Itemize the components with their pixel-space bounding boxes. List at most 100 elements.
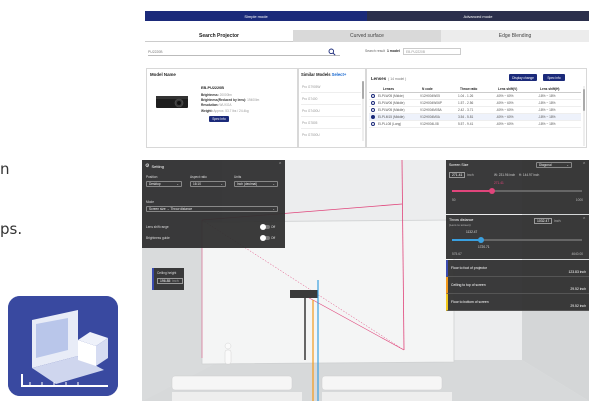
list-item[interactable]: Pro G7905W: [301, 81, 361, 93]
collapse-chevron-icon[interactable]: ⌃: [582, 217, 586, 223]
throw-max: 4640.00: [571, 252, 583, 256]
table-cell: V12H004M05A: [420, 108, 442, 112]
calculator-app: Simple mode Advanced mode Search Project…: [142, 11, 589, 151]
aspect-ratio-select[interactable]: 16:10 ⌄: [190, 181, 226, 187]
table-cell: -18% ~ 18%: [538, 108, 556, 112]
model-specs: Brightness: 20000lm Brightness(Reduced b…: [201, 93, 259, 114]
simple-mode-button[interactable]: Simple mode: [145, 11, 367, 21]
throw-slider-knob[interactable]: [477, 237, 484, 243]
model-header: Model Name: [150, 72, 176, 77]
advanced-mode-button[interactable]: Advanced mode: [367, 11, 589, 21]
ceiling-height-input[interactable]: 196.85 inch: [157, 278, 183, 284]
lens-radio[interactable]: [371, 108, 375, 112]
collapse-chevron-icon[interactable]: ⌃: [582, 162, 586, 168]
lens-spec-button[interactable]: Spec info: [543, 74, 565, 81]
collapse-chevron-icon[interactable]: ⌃: [278, 162, 282, 168]
table-row[interactable]: ELPLW05 (Middle) V12H004M05A 2.42 - 3.71 -6…: [369, 107, 581, 114]
similar-models-title: Similar Models: [301, 72, 331, 77]
list-item[interactable]: Pro G7400U: [301, 105, 361, 117]
lens-radio[interactable]: [371, 115, 375, 119]
units-label: Units: [234, 175, 242, 179]
throw-subtitle: (Lens to screen): [449, 223, 471, 227]
table-cell: ELPLW05 (Middle): [378, 108, 405, 112]
lenses-table-body: ELPLW05 (Midde) V12H004W05 1.04 - 1.26 -60%…: [369, 93, 581, 128]
search-result-value: EB-PU2220B: [406, 49, 425, 54]
projector-model[interactable]: [290, 290, 318, 298]
lens-radio[interactable]: [371, 122, 375, 126]
table-cell: -60% ~ 60%: [496, 108, 514, 112]
similar-scrollbar-thumb[interactable]: [362, 81, 364, 99]
throw-min: 575.67: [452, 252, 462, 256]
throw-distance-panel: Throw distance (Lens to screen) 1032.47 …: [446, 215, 589, 259]
setting-panel: ⚙ Setting ⌃ Position Desktop ⌄ Aspect rat…: [142, 160, 285, 248]
similar-models-list: Pro G7905W Pro G7400 Pro G7400U Pro G780…: [301, 81, 361, 141]
table-row[interactable]: ELPLW05 (Midde) V12H004W05 1.04 - 1.26 -60%…: [369, 93, 581, 100]
search-input-value: PU2220B: [148, 49, 163, 54]
brightness-guide-toggle[interactable]: Off: [260, 235, 275, 241]
display-change-label: Display change: [512, 75, 534, 80]
throw-distance-input[interactable]: 1032.47 inch: [534, 218, 561, 224]
table-cell: ELPLM15 (Middle): [378, 115, 405, 119]
screen-type-select[interactable]: Diagonal ⌄: [536, 162, 572, 168]
position-select[interactable]: Desktop ⌄: [146, 181, 182, 187]
screen-dimensions: W: 231.96 inch H: 144.97 inch: [494, 173, 540, 177]
search-result-count: 1 model: [386, 49, 400, 53]
screen-min: 50: [452, 198, 456, 202]
list-item[interactable]: Pro G7500U: [301, 129, 361, 141]
model-spec-button[interactable]: Spec Info: [209, 116, 229, 122]
similar-scrollbar[interactable]: [362, 81, 364, 141]
tab-curved-surface[interactable]: Curved surface: [293, 30, 441, 42]
search-icon[interactable]: [328, 48, 336, 56]
table-cell: V12H004W06P: [420, 101, 442, 105]
setting-title: Setting: [151, 163, 164, 169]
lenses-scrollbar[interactable]: [583, 86, 585, 146]
model-name: EB-PU2220B: [201, 86, 225, 90]
lenses-table-header: Lenses N code Throw ratio Lens shift(V) …: [369, 86, 581, 93]
search-result-field[interactable]: EB-PU2220B: [403, 48, 461, 55]
throw-title: Throw distance: [449, 218, 474, 222]
table-row[interactable]: ELPLW06 (Middle) V12H004W06P 1.57 - 2.56 -6…: [369, 100, 581, 107]
table-cell: V12H004W05: [420, 94, 440, 98]
lens-radio[interactable]: [371, 101, 375, 105]
mode-select[interactable]: Screen size → Throw distance ⌄: [146, 206, 278, 212]
projector-image: [156, 96, 188, 108]
table-cell: 2.42 - 3.71: [458, 108, 474, 112]
tab-edge-blending[interactable]: Edge Blending: [441, 30, 589, 42]
similar-models-select-link[interactable]: Select+: [332, 72, 347, 77]
brightness-label: Brightness:: [201, 93, 219, 97]
advanced-mode-label: Advanced mode: [463, 13, 493, 19]
throw-distance-slider[interactable]: [452, 237, 582, 243]
tab-search-projector[interactable]: Search Projector: [145, 30, 293, 42]
brightness-value: 20000lm: [219, 93, 232, 97]
screen-diagonal-input[interactable]: 271.41 inch: [449, 172, 474, 178]
lenses-count: ( 14 model ): [388, 76, 407, 81]
table-cell: 5.57 - 9.41: [458, 122, 474, 126]
search-input[interactable]: PU2220B: [148, 48, 340, 56]
room-cube-icon: [8, 296, 118, 396]
model-panel: Model Name EB-PU2220B Brightness: 20000l…: [146, 68, 298, 148]
display-change-button[interactable]: Display change: [509, 74, 537, 81]
app-icon: [8, 296, 118, 396]
screen-size-slider[interactable]: [452, 188, 582, 194]
tab-search-label: Search Projector: [198, 32, 240, 39]
ceiling-to-screen-row: Ceiling to top of screen 29.52 inch: [446, 277, 589, 294]
lens-radio[interactable]: [371, 94, 375, 98]
screen-slider-knob[interactable]: [489, 188, 496, 194]
screen-max: 1000: [575, 198, 583, 202]
table-row[interactable]: ELPLL08 (Long) V12H004L08 5.57 - 9.41 -60% …: [369, 121, 581, 128]
lens-shift-toggle[interactable]: Off: [260, 224, 275, 230]
brightness-guide-label: Brightness guide: [146, 236, 170, 240]
table-cell: ELPLL08 (Long): [378, 122, 402, 126]
mode-label: Mode: [146, 200, 154, 204]
room-3d-view[interactable]: ⚙ Setting ⌃ Position Desktop ⌄ Aspect rat…: [142, 160, 589, 401]
table-row[interactable]: ELPLM15 (Middle) V12H004M0A 3.54 - 5.81 -60…: [369, 114, 581, 121]
table-cell: 3.54 - 5.81: [458, 115, 474, 119]
lens-spec-label: Spec info: [547, 75, 561, 80]
weight-label: Weight:: [201, 108, 213, 113]
lenses-scrollbar-thumb[interactable]: [583, 89, 585, 111]
list-item[interactable]: Pro G7400: [301, 93, 361, 105]
floor-to-projector-row: Floor to foot of projector 123.83 inch: [446, 260, 589, 277]
units-select[interactable]: Inch (decimal) ⌄: [234, 181, 278, 187]
list-item[interactable]: Pro G7805: [301, 117, 361, 129]
table-cell: 1.04 - 1.26: [458, 94, 474, 98]
